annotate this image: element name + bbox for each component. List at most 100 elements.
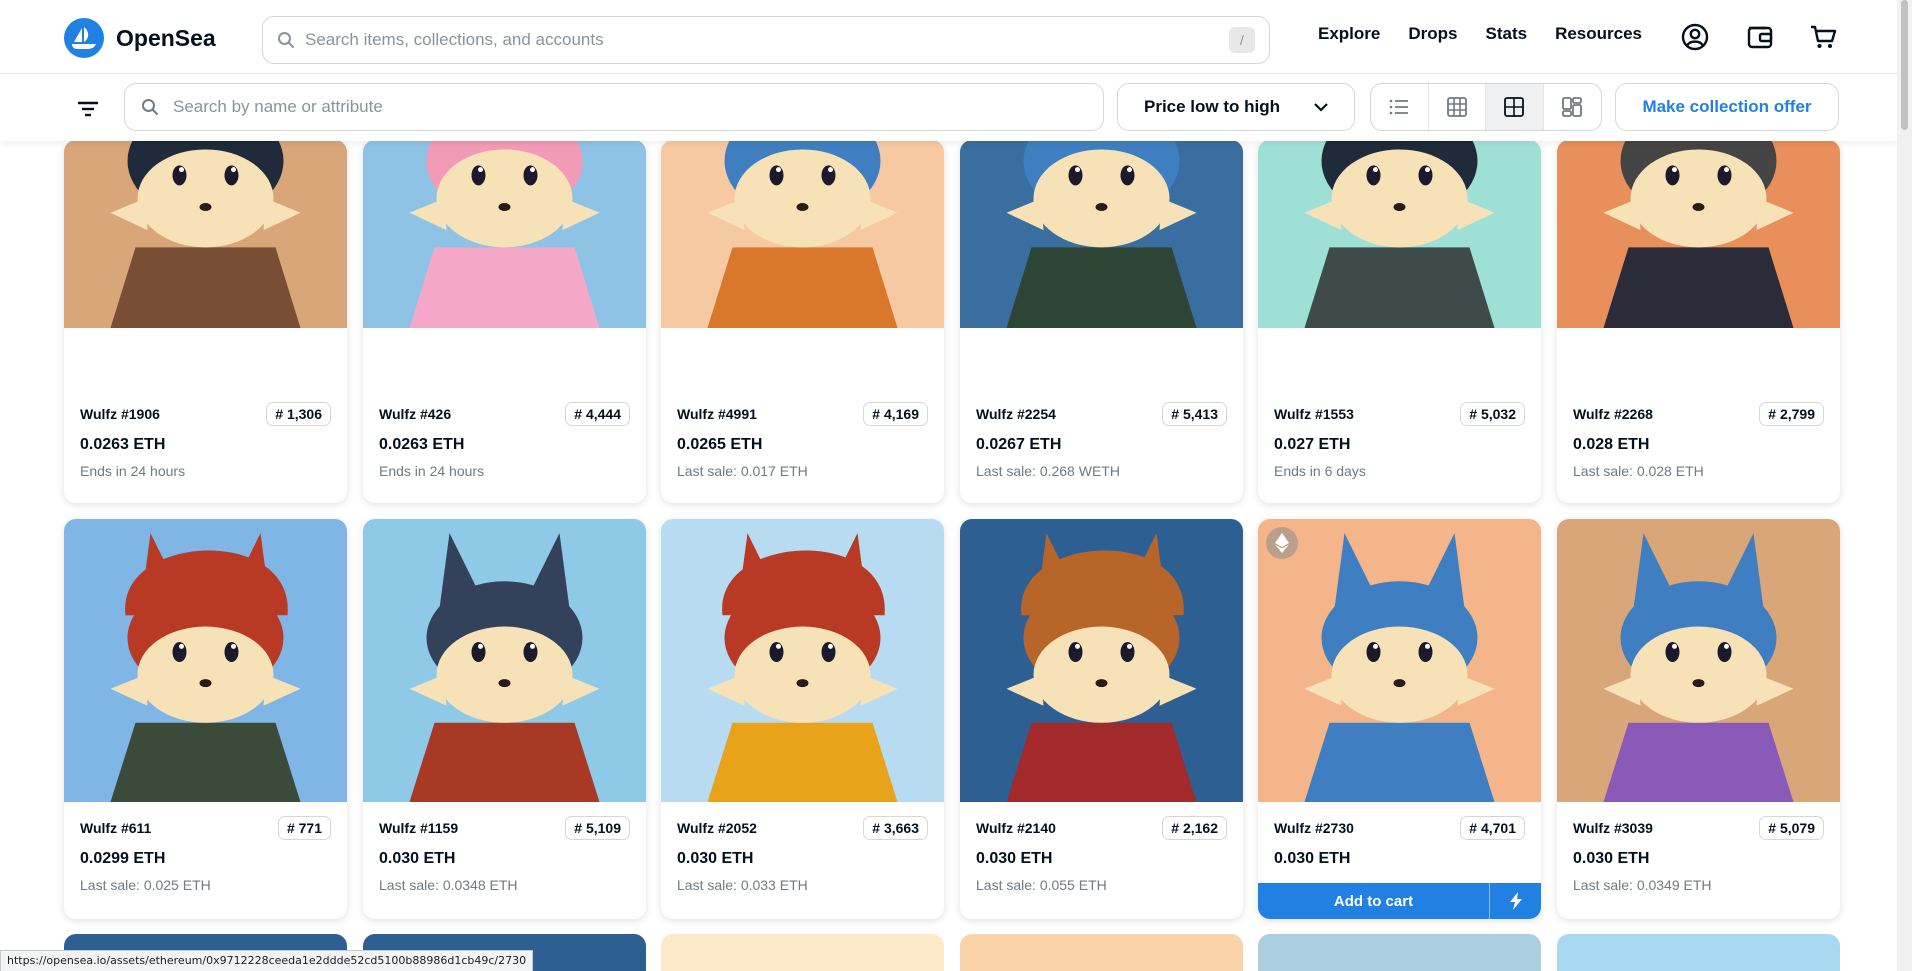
nft-card[interactable]: Wulfz #2052 # 3,663 0.030 ETH Last sale: 0.… — [661, 519, 944, 919]
nft-price: 0.0299 ETH — [80, 850, 166, 867]
nft-image[interactable] — [64, 519, 347, 802]
brand-name: OpenSea — [116, 24, 216, 51]
large-grid-icon[interactable] — [1486, 84, 1544, 130]
nft-image[interactable] — [1557, 519, 1840, 802]
cart-icon[interactable] — [1808, 22, 1838, 52]
nft-sale-info: Ends in 24 hours — [379, 463, 485, 479]
buy-now-bolt-icon[interactable] — [1489, 883, 1541, 919]
nft-info: Wulfz #1159 # 5,109 0.030 ETH Last sale: 0.… — [363, 802, 646, 919]
attribute-search-input[interactable]: Search by name or attribute — [124, 83, 1104, 131]
masonry-view-icon[interactable] — [1544, 84, 1602, 130]
rarity-rank-badge: # 5,413 — [1162, 402, 1227, 426]
nft-card[interactable]: Wulfz #2730 # 4,701 0.030 ETH Add to cart — [1258, 519, 1541, 919]
nft-card[interactable]: Wulfz #1553 # 5,032 0.027 ETH Ends in 6 day… — [1258, 140, 1541, 503]
nft-card-partial[interactable] — [1258, 934, 1541, 971]
nft-card-partial[interactable] — [661, 934, 944, 971]
nft-name-row: Wulfz #3039 # 5,079 — [1573, 816, 1824, 840]
nft-name: Wulfz #2140 — [976, 820, 1056, 836]
nft-image[interactable] — [661, 519, 944, 802]
chevron-down-icon — [1314, 102, 1328, 112]
nft-price: 0.030 ETH — [1573, 850, 1650, 867]
nft-price: 0.0263 ETH — [379, 436, 465, 453]
rarity-rank-badge: # 4,444 — [565, 402, 630, 426]
nft-info: Wulfz #426 # 4,444 0.0263 ETH Ends in 24 ho… — [363, 388, 646, 503]
nft-info: Wulfz #2140 # 2,162 0.030 ETH Last sale: 0.… — [960, 802, 1243, 919]
status-bar-url: https://opensea.io/assets/ethereum/0x971… — [0, 950, 534, 971]
nft-card[interactable]: Wulfz #1159 # 5,109 0.030 ETH Last sale: 0.… — [363, 519, 646, 919]
nft-image[interactable] — [960, 519, 1243, 802]
nft-info: Wulfz #3039 # 5,079 0.030 ETH Last sale: 0.… — [1557, 802, 1840, 919]
rarity-rank-badge: # 5,079 — [1759, 816, 1824, 840]
wallet-icon[interactable] — [1745, 22, 1775, 52]
opensea-logo-link[interactable]: OpenSea — [64, 18, 216, 58]
nav-resources[interactable]: Resources — [1555, 24, 1642, 44]
page-scrollbar[interactable] — [1897, 0, 1912, 971]
filter-icon[interactable] — [70, 95, 106, 123]
nft-image[interactable] — [960, 140, 1243, 328]
nft-card[interactable]: Wulfz #426 # 4,444 0.0263 ETH Ends in 24 ho… — [363, 140, 646, 503]
nft-info: Wulfz #4991 # 4,169 0.0265 ETH Last sale: 0… — [661, 388, 944, 503]
nft-name-row: Wulfz #2268 # 2,799 — [1573, 402, 1824, 426]
collection-toolbar: Search by name or attribute Price low to… — [0, 75, 1897, 141]
nft-name-row: Wulfz #1906 # 1,306 — [80, 402, 331, 426]
nft-card[interactable]: Wulfz #2140 # 2,162 0.030 ETH Last sale: 0.… — [960, 519, 1243, 919]
sort-selected-value: Price low to high — [1144, 97, 1281, 116]
nav-drops[interactable]: Drops — [1408, 24, 1457, 44]
nav-explore[interactable]: Explore — [1318, 24, 1380, 44]
nft-card[interactable]: Wulfz #611 # 771 0.0299 ETH Last sale: 0.02… — [64, 519, 347, 919]
nft-name-row: Wulfz #2730 # 4,701 — [1274, 816, 1525, 840]
nft-sale-info: Last sale: 0.017 ETH — [677, 463, 808, 479]
nft-image[interactable] — [1258, 519, 1541, 802]
nft-price: 0.0265 ETH — [677, 436, 763, 453]
nft-card[interactable]: Wulfz #3039 # 5,079 0.030 ETH Last sale: 0.… — [1557, 519, 1840, 919]
nft-card[interactable]: Wulfz #4991 # 4,169 0.0265 ETH Last sale: 0… — [661, 140, 944, 503]
nft-card[interactable]: Wulfz #2268 # 2,799 0.028 ETH Last sale: 0.… — [1557, 140, 1840, 503]
nft-info: Wulfz #611 # 771 0.0299 ETH Last sale: 0.02… — [64, 802, 347, 919]
nft-name: Wulfz #2254 — [976, 406, 1056, 422]
nft-image[interactable] — [64, 140, 347, 328]
rarity-rank-badge: # 5,109 — [565, 816, 630, 840]
account-icon[interactable] — [1680, 22, 1710, 52]
nft-price: 0.030 ETH — [976, 850, 1053, 867]
nft-image[interactable] — [363, 519, 646, 802]
add-to-cart-button[interactable]: Add to cart — [1258, 893, 1489, 910]
nft-card[interactable]: Wulfz #2254 # 5,413 0.0267 ETH Last sale: 0… — [960, 140, 1243, 503]
nft-image[interactable] — [661, 140, 944, 328]
opensea-sailboat-icon — [64, 18, 104, 58]
rarity-rank-badge: # 4,701 — [1460, 816, 1525, 840]
nft-name: Wulfz #1159 — [379, 820, 459, 836]
nft-card-partial[interactable] — [960, 934, 1243, 971]
nft-image[interactable] — [363, 140, 646, 328]
small-grid-icon[interactable] — [1429, 84, 1486, 130]
nft-price: 0.0267 ETH — [976, 436, 1062, 453]
nft-card-partial[interactable] — [1557, 934, 1840, 971]
nft-name-row: Wulfz #2254 # 5,413 — [976, 402, 1227, 426]
rarity-rank-badge: # 771 — [277, 816, 331, 840]
nft-price: 0.0263 ETH — [80, 436, 166, 453]
nft-sale-info: Last sale: 0.0349 ETH — [1573, 877, 1712, 893]
global-search-input[interactable]: Search items, collections, and accounts … — [262, 16, 1270, 64]
nft-price: 0.027 ETH — [1274, 436, 1351, 453]
add-to-cart-bar: Add to cart — [1258, 883, 1541, 919]
nft-name: Wulfz #2052 — [677, 820, 757, 836]
nft-sale-info: Last sale: 0.268 WETH — [976, 463, 1120, 479]
nft-image[interactable] — [1258, 140, 1541, 328]
search-shortcut-key: / — [1229, 27, 1255, 53]
nft-card[interactable]: Wulfz #1906 # 1,306 0.0263 ETH Ends in 24 h… — [64, 140, 347, 503]
sort-dropdown[interactable]: Price low to high — [1117, 83, 1355, 131]
nft-price: 0.030 ETH — [677, 850, 754, 867]
list-view-icon[interactable] — [1371, 84, 1429, 130]
nft-sale-info: Last sale: 0.055 ETH — [976, 877, 1107, 893]
make-collection-offer-button[interactable]: Make collection offer — [1615, 83, 1839, 131]
nft-price: 0.028 ETH — [1573, 436, 1650, 453]
view-mode-switcher — [1370, 83, 1602, 131]
nft-image[interactable] — [1557, 140, 1840, 328]
nav-stats[interactable]: Stats — [1485, 24, 1527, 44]
attribute-search-placeholder: Search by name or attribute — [173, 97, 383, 116]
scrollbar-thumb[interactable] — [1901, 0, 1908, 130]
nft-sale-info: Ends in 6 days — [1274, 463, 1366, 479]
nft-sale-info: Last sale: 0.025 ETH — [80, 877, 211, 893]
nft-sale-info: Ends in 24 hours — [80, 463, 186, 479]
nft-name: Wulfz #1553 — [1274, 406, 1354, 422]
nft-name: Wulfz #2268 — [1573, 406, 1653, 422]
